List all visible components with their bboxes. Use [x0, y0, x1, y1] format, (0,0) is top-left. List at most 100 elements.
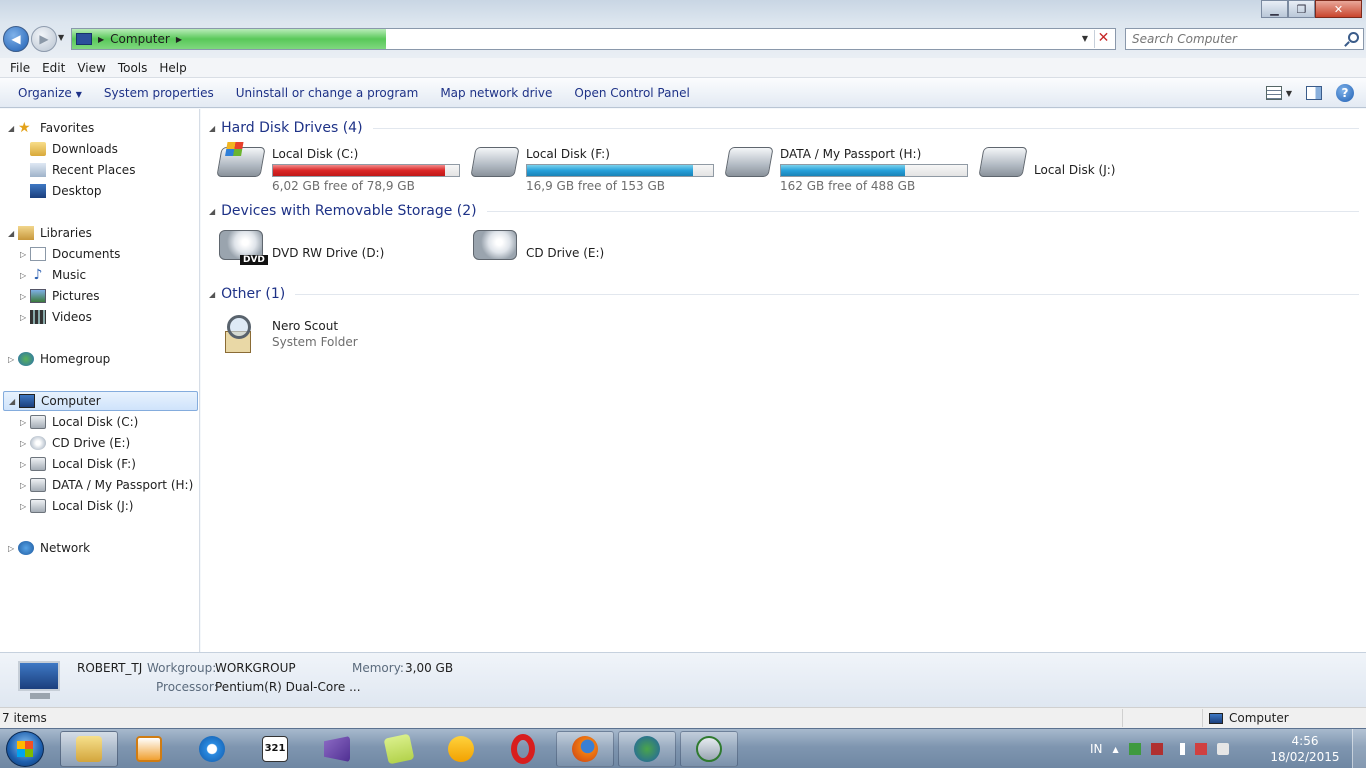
expanded-icon[interactable]: ◢ — [8, 124, 18, 133]
collapsed-icon[interactable]: ▷ — [20, 250, 30, 259]
taskbar-tools[interactable] — [432, 731, 490, 767]
drive-free-space: 16,9 GB free of 153 GB — [526, 179, 665, 193]
nav-drive-f[interactable]: ▷ Local Disk (F:) — [20, 454, 136, 474]
organize-button[interactable]: Organize ▼ — [10, 86, 90, 100]
expanded-icon[interactable]: ◢ — [9, 397, 19, 406]
collapsed-icon[interactable]: ▷ — [20, 460, 30, 469]
breadcrumb-chevron-icon[interactable]: ▶ — [98, 35, 104, 44]
taskbar-calendar[interactable]: 321 — [246, 731, 304, 767]
nav-pictures[interactable]: ▷ Pictures — [20, 286, 100, 306]
taskbar-visual-studio[interactable] — [308, 731, 366, 767]
menu-tools[interactable]: Tools — [112, 61, 154, 75]
address-bar[interactable]: ▶ Computer ▶ ▼ ✕ — [71, 28, 1116, 50]
drive-tile-j[interactable]: Local Disk (J:) — [978, 139, 1231, 185]
search-box[interactable] — [1125, 28, 1364, 50]
nav-libraries[interactable]: ◢ Libraries — [8, 223, 92, 243]
collapse-group-icon[interactable]: ◢ — [209, 207, 215, 216]
map-network-drive-button[interactable]: Map network drive — [432, 86, 560, 100]
drive-tile-h[interactable]: DATA / My Passport (H:) 162 GB free of 4… — [724, 139, 977, 193]
taskbar-firefox[interactable] — [556, 731, 614, 767]
nav-favorites[interactable]: ◢ ★ Favorites — [8, 118, 94, 138]
nav-documents[interactable]: ▷ Documents — [20, 244, 120, 264]
taskbar-network-tool[interactable] — [680, 731, 738, 767]
recent-pages-dropdown[interactable]: ▼ — [58, 33, 64, 42]
address-dropdown-icon[interactable]: ▼ — [1082, 34, 1088, 43]
breadcrumb-chevron-icon[interactable]: ▶ — [176, 35, 182, 44]
taskbar-sticky-notes[interactable] — [370, 731, 428, 767]
collapsed-icon[interactable]: ▷ — [20, 292, 30, 301]
nav-label: Recent Places — [52, 163, 136, 177]
forward-button[interactable]: ▶ — [31, 26, 57, 52]
nav-videos[interactable]: ▷ Videos — [20, 307, 92, 327]
nav-music[interactable]: ▷ ♪ Music — [20, 265, 86, 285]
taskbar-download-manager[interactable] — [618, 731, 676, 767]
taskbar-media-player[interactable] — [120, 731, 178, 767]
show-hidden-icons-icon[interactable]: ▲ — [1113, 745, 1119, 754]
change-view-icon[interactable] — [1265, 86, 1282, 100]
system-properties-button[interactable]: System properties — [96, 86, 222, 100]
collapsed-icon[interactable]: ▷ — [20, 271, 30, 280]
start-button[interactable] — [6, 731, 44, 767]
collapse-group-icon[interactable]: ◢ — [209, 290, 215, 299]
stop-icon[interactable]: ✕ — [1094, 30, 1112, 48]
device-tile-dvd[interactable]: DVD DVD RW Drive (D:) — [219, 222, 469, 268]
breadcrumb-computer[interactable]: Computer — [110, 32, 170, 46]
nav-drive-h[interactable]: ▷ DATA / My Passport (H:) — [20, 475, 193, 495]
volume-icon[interactable] — [1216, 743, 1229, 755]
drive-free-space: 162 GB free of 488 GB — [780, 179, 916, 193]
collapse-group-icon[interactable]: ◢ — [209, 124, 215, 133]
hard-drive-icon — [470, 147, 520, 177]
collapsed-icon[interactable]: ▷ — [20, 418, 30, 427]
nav-computer[interactable]: ◢ Computer — [3, 391, 198, 411]
menu-view[interactable]: View — [71, 61, 111, 75]
close-button[interactable]: ✕ — [1315, 0, 1362, 18]
taskbar-opera[interactable] — [494, 731, 552, 767]
taskbar-explorer[interactable] — [60, 731, 118, 767]
maximize-button[interactable]: ❐ — [1288, 0, 1315, 18]
nav-drive-e[interactable]: ▷ CD Drive (E:) — [20, 433, 130, 453]
nav-downloads[interactable]: Downloads — [30, 139, 118, 159]
group-removable-storage[interactable]: ◢ Devices with Removable Storage (2) — [209, 201, 1359, 221]
uninstall-program-button[interactable]: Uninstall or change a program — [228, 86, 427, 100]
search-input[interactable] — [1126, 29, 1336, 49]
minimize-button[interactable]: ▁ — [1261, 0, 1288, 18]
status-bar: 7 items Computer — [0, 707, 1366, 728]
collapsed-icon[interactable]: ▷ — [20, 502, 30, 511]
menu-file[interactable]: File — [4, 61, 36, 75]
collapsed-icon[interactable]: ▷ — [8, 544, 18, 553]
nav-drive-c[interactable]: ▷ Local Disk (C:) — [20, 412, 138, 432]
collapsed-icon[interactable]: ▷ — [20, 481, 30, 490]
signal-icon[interactable] — [1172, 743, 1185, 755]
collapsed-icon[interactable]: ▷ — [20, 439, 30, 448]
help-icon[interactable]: ? — [1336, 84, 1354, 102]
action-center-icon[interactable] — [1150, 743, 1163, 755]
drive-tile-f[interactable]: Local Disk (F:) 16,9 GB free of 153 GB — [470, 139, 723, 193]
nav-network[interactable]: ▷ Network — [8, 538, 90, 558]
expanded-icon[interactable]: ◢ — [8, 229, 18, 238]
drive-tile-c[interactable]: Local Disk (C:) 6,02 GB free of 78,9 GB — [216, 139, 469, 193]
view-dropdown-icon[interactable]: ▼ — [1286, 89, 1292, 98]
group-hard-disk-drives[interactable]: ◢ Hard Disk Drives (4) — [209, 118, 1359, 138]
search-icon[interactable] — [1348, 32, 1359, 43]
nav-homegroup[interactable]: ▷ Homegroup — [8, 349, 110, 369]
collapsed-icon[interactable]: ▷ — [20, 313, 30, 322]
group-other[interactable]: ◢ Other (1) — [209, 284, 1359, 304]
nav-recent-places[interactable]: Recent Places — [30, 160, 135, 180]
preview-pane-icon[interactable] — [1306, 86, 1322, 100]
taskbar-internet-explorer[interactable] — [183, 731, 241, 767]
back-button[interactable]: ◀ — [3, 26, 29, 52]
device-tile-cd[interactable]: CD Drive (E:) — [473, 222, 723, 268]
network-warning-icon[interactable] — [1194, 743, 1207, 755]
menu-help[interactable]: Help — [153, 61, 192, 75]
other-tile-nero-scout[interactable]: Nero Scout System Folder — [219, 305, 469, 353]
show-desktop-button[interactable] — [1352, 729, 1366, 768]
menu-edit[interactable]: Edit — [36, 61, 71, 75]
nav-desktop[interactable]: Desktop — [30, 181, 102, 201]
tray-app-icon[interactable] — [1128, 743, 1141, 755]
language-indicator[interactable]: IN — [1090, 742, 1103, 756]
collapsed-icon[interactable]: ▷ — [8, 355, 18, 364]
clock[interactable]: 4:56 18/02/2015 — [1270, 733, 1340, 765]
open-control-panel-button[interactable]: Open Control Panel — [566, 86, 697, 100]
nav-drive-j[interactable]: ▷ Local Disk (J:) — [20, 496, 133, 516]
drive-name: DATA / My Passport (H:) — [780, 147, 922, 161]
